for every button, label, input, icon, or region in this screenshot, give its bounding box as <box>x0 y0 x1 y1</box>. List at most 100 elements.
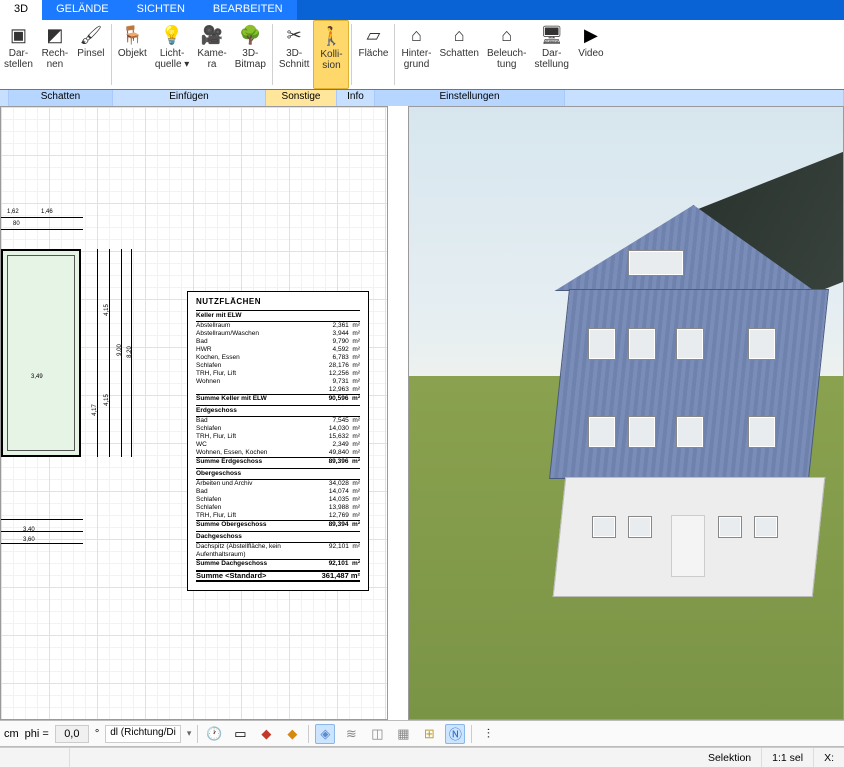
group-einfuegen: Einfügen <box>113 90 266 106</box>
dim-label: 3,40 <box>23 527 35 533</box>
btn-darstellung[interactable]: 🖥Dar- stellung <box>530 20 572 89</box>
area-section-header: Erdgeschoss <box>196 405 360 417</box>
area-section-sum: Summe Erdgeschoss89,396 m² <box>196 457 360 466</box>
btn-flaeche[interactable]: ▱Fläche <box>354 20 392 89</box>
area-total-value: 361,487 m² <box>322 572 360 580</box>
btn-pinsel[interactable]: 🖌Pinsel <box>73 20 109 89</box>
camera-icon: 🎥 <box>201 24 223 46</box>
status-selektion: Selektion <box>698 748 762 767</box>
btn-darstellen[interactable]: ▣Dar- stellen <box>0 20 37 89</box>
area-row: Abstellraum2,361 m² <box>196 322 360 330</box>
group-schatten: Schatten <box>9 90 113 106</box>
area-section-header: Dachgeschoss <box>196 531 360 543</box>
clock-icon[interactable]: 🕐 <box>204 724 224 744</box>
btn-rechnen[interactable]: ◩Rech- nen <box>37 20 73 89</box>
bulb-icon: 💡 <box>161 24 183 46</box>
area-row: Bad7,545 m² <box>196 417 360 425</box>
btn-kollision[interactable]: 🚶Kolli- sion <box>313 20 349 89</box>
door <box>671 515 705 577</box>
dl-dropdown[interactable]: dl (Richtung/Di <box>105 725 181 743</box>
brush-icon: 🖌 <box>80 24 102 46</box>
window <box>589 329 615 359</box>
dim-label: 80 <box>13 221 20 227</box>
tool-north-icon[interactable]: Ⓝ <box>445 724 465 744</box>
main-tabs: 3D GELÄNDE SICHTEN BEARBEITEN <box>0 0 844 20</box>
tool-section-icon[interactable]: ◫ <box>367 724 387 744</box>
person-icon: 🚶 <box>320 25 342 47</box>
status-bar: Selektion 1:1 sel X: <box>0 747 844 767</box>
monitor-icon: 🖥 <box>541 24 563 46</box>
area-row: TRH, Flur, Lift15,632 m² <box>196 433 360 441</box>
btn-3d-schnitt[interactable]: ✂3D- Schnitt <box>275 20 314 89</box>
group-info: Info <box>337 90 375 106</box>
btn-video[interactable]: ▶Video <box>573 20 609 89</box>
ribbon: ▣Dar- stellen ◩Rech- nen 🖌Pinsel 🪑Objekt… <box>0 20 844 90</box>
area-row: Schlafen14,035 m² <box>196 496 360 504</box>
ribbon-groups: Schatten Einfügen Sonstige Info Einstell… <box>0 90 844 106</box>
info-icon[interactable]: ⫶ <box>478 724 498 744</box>
workspace: 1,62 1,46 80 9,00 8,20 3,49 4,17 4,15 4,… <box>0 106 844 720</box>
area-row: Wohnen, Essen, Kochen49,840 m² <box>196 449 360 457</box>
house-shadow-icon: ⌂ <box>448 24 470 46</box>
tab-sichten[interactable]: SICHTEN <box>123 0 199 20</box>
window <box>749 417 775 447</box>
tool-stack-icon[interactable]: ≋ <box>341 724 361 744</box>
dim-label: 1,62 <box>7 209 19 215</box>
tab-bearbeiten[interactable]: BEARBEITEN <box>199 0 297 20</box>
window <box>629 251 683 275</box>
tool-cube-icon[interactable]: ◈ <box>315 724 335 744</box>
area-row: Dachspitz (Abstellfläche, kein Aufenthal… <box>196 543 360 559</box>
area-table: NUTZFLÄCHEN Keller mit ELWAbstellraum2,3… <box>187 291 369 591</box>
btn-lichtquelle[interactable]: 💡Licht- quelle ▾ <box>151 20 194 89</box>
status-left <box>0 748 70 767</box>
area-section-header: Keller mit ELW <box>196 310 360 322</box>
deg-label: ° <box>95 728 99 740</box>
area-row: TRH, Flur, Lift12,256 m² <box>196 370 360 378</box>
tab-gelaende[interactable]: GELÄNDE <box>42 0 123 20</box>
area-row: Schlafen14,030 m² <box>196 425 360 433</box>
option-bar: cm phi = ° dl (Richtung/Di ▾ 🕐 ▭ ◆ ◆ ◈ ≋… <box>0 720 844 747</box>
area-section-sum: Summe Obergeschoss89,394 m² <box>196 520 360 529</box>
layers-a-icon[interactable]: ◆ <box>256 724 276 744</box>
screen-icon[interactable]: ▭ <box>230 724 250 744</box>
cube-shadow-icon: ◩ <box>44 24 66 46</box>
window <box>629 517 651 537</box>
area-row: Arbeiten und Archiv34,028 m² <box>196 480 360 488</box>
window <box>629 417 655 447</box>
layers-b-icon[interactable]: ◆ <box>282 724 302 744</box>
splitter[interactable] <box>388 106 408 720</box>
btn-schatten[interactable]: ⌂Schatten <box>436 20 483 89</box>
area-row: Kochen, Essen6,783 m² <box>196 354 360 362</box>
area-table-title: NUTZFLÄCHEN <box>196 298 360 306</box>
dim-label: 3,49 <box>31 374 43 380</box>
area-row: Schlafen28,176 m² <box>196 362 360 370</box>
btn-hintergrund[interactable]: ⌂Hinter- grund <box>397 20 435 89</box>
house-light-icon: ⌂ <box>496 24 518 46</box>
area-row: 12,963 m² <box>196 386 360 394</box>
btn-objekt[interactable]: 🪑Objekt <box>114 20 151 89</box>
wall <box>549 289 829 479</box>
floorplan-shape[interactable] <box>1 249 81 457</box>
btn-beleuchtung[interactable]: ⌂Beleuch- tung <box>483 20 530 89</box>
btn-3d-bitmap[interactable]: 🌳3D- Bitmap <box>231 20 270 89</box>
phi-input[interactable] <box>55 725 89 743</box>
area-row: WC2,349 m² <box>196 441 360 449</box>
house-bg-icon: ⌂ <box>405 24 427 46</box>
window <box>593 517 615 537</box>
tab-3d[interactable]: 3D <box>0 0 42 20</box>
tool-hatch-icon[interactable]: ▦ <box>393 724 413 744</box>
3d-view[interactable] <box>408 106 844 720</box>
plan-view[interactable]: 1,62 1,46 80 9,00 8,20 3,49 4,17 4,15 4,… <box>0 106 388 720</box>
window <box>589 417 615 447</box>
area-row: Wohnen9,731 m² <box>196 378 360 386</box>
tool-grid-icon[interactable]: ⊞ <box>419 724 439 744</box>
btn-kamera[interactable]: 🎥Kame- ra <box>193 20 230 89</box>
house-model[interactable] <box>559 167 844 597</box>
section-icon: ✂ <box>283 24 305 46</box>
window <box>749 329 775 359</box>
window <box>719 517 741 537</box>
cube-icon: ▣ <box>7 24 29 46</box>
area-section-header: Obergeschoss <box>196 468 360 480</box>
dropdown-chevron-icon[interactable]: ▾ <box>187 728 192 739</box>
area-section-sum: Summe Dachgeschoss92,101 m² <box>196 559 360 568</box>
